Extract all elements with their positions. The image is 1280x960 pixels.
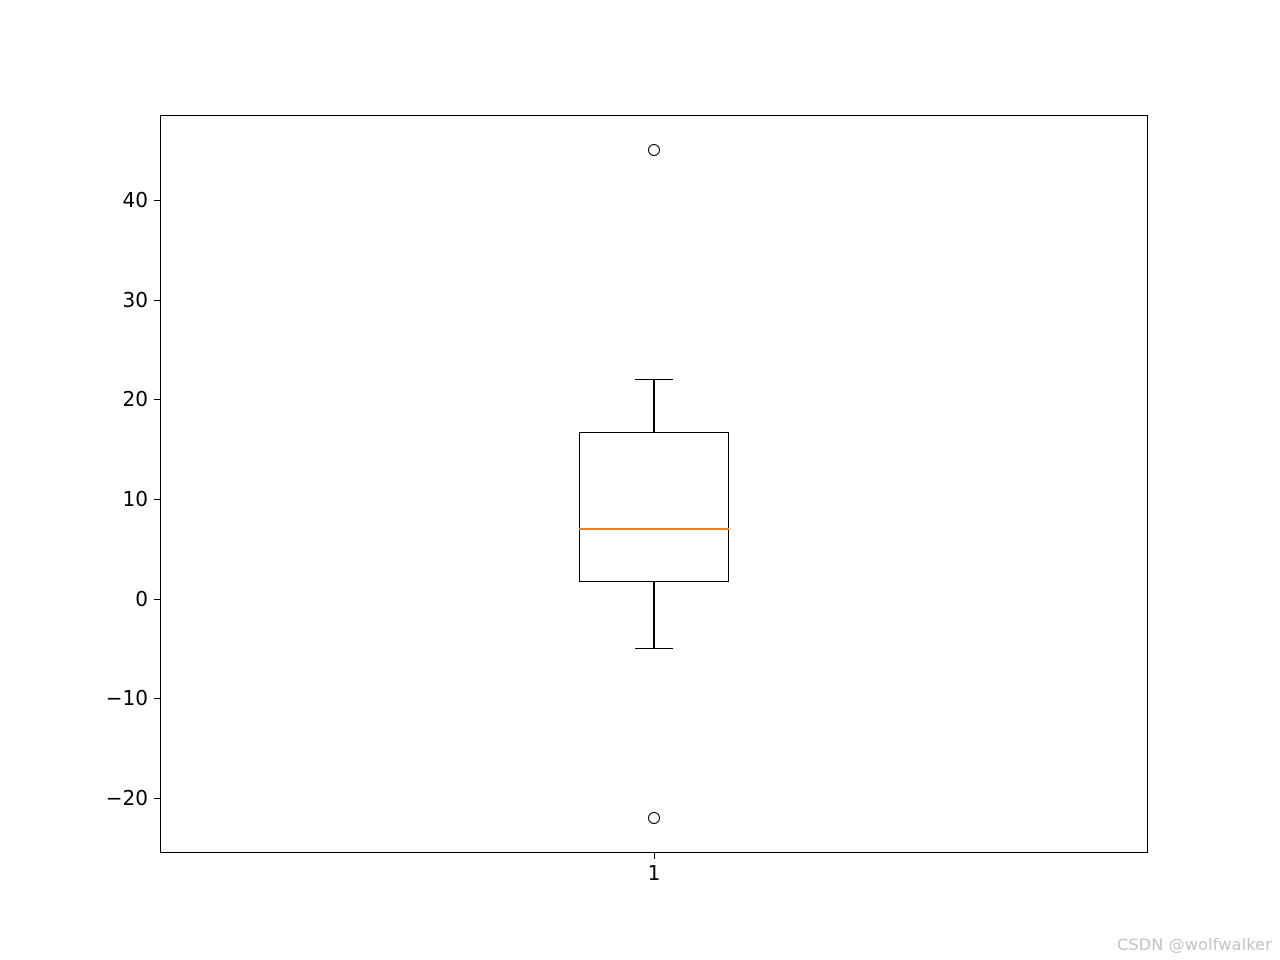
y-tick-label: 40	[100, 188, 148, 212]
whisker-lower	[653, 582, 654, 649]
x-tick-mark	[654, 853, 655, 859]
boxplot-box	[579, 432, 729, 582]
y-tick-label: 30	[100, 288, 148, 312]
watermark-text: CSDN @wolfwalker	[1117, 935, 1272, 954]
y-tick-label: −10	[100, 686, 148, 710]
whisker-cap-lower	[635, 648, 673, 649]
y-tick-label: −20	[100, 786, 148, 810]
whisker-cap-upper	[635, 379, 673, 380]
boxplot-median	[579, 528, 729, 530]
y-tick-label: 10	[100, 487, 148, 511]
x-tick-label: 1	[648, 861, 661, 885]
y-tick-mark	[154, 698, 160, 699]
y-tick-mark	[154, 200, 160, 201]
boxplot-outlier	[648, 144, 660, 156]
y-tick-label: 20	[100, 387, 148, 411]
y-tick-mark	[154, 599, 160, 600]
y-tick-mark	[154, 399, 160, 400]
y-tick-mark	[154, 499, 160, 500]
whisker-upper	[653, 379, 654, 432]
y-tick-label: 0	[100, 587, 148, 611]
y-tick-mark	[154, 798, 160, 799]
boxplot-outlier	[648, 812, 660, 824]
y-tick-mark	[154, 300, 160, 301]
